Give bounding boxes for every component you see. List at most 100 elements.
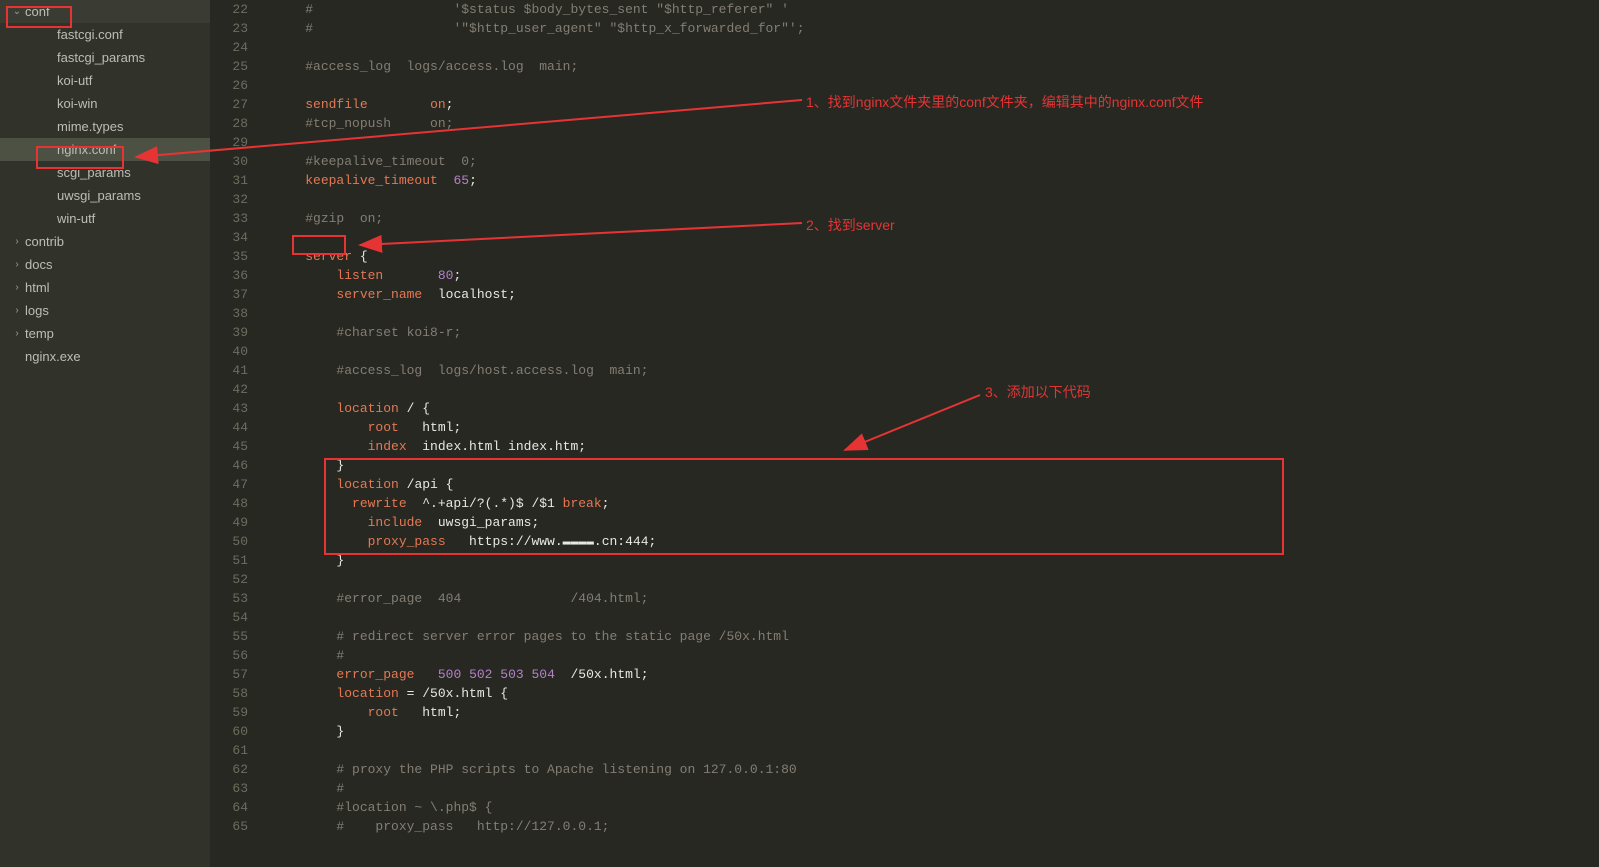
code-area[interactable]: # '$status $body_bytes_sent "$http_refer… bbox=[264, 0, 1599, 867]
tree-item-nginx-exe[interactable]: nginx.exe bbox=[0, 345, 210, 368]
token: #gzip on; bbox=[305, 211, 383, 226]
tree-item-label: html bbox=[25, 280, 50, 295]
code-line[interactable]: location /api { bbox=[264, 475, 1599, 494]
line-gutter: 2223242526272829303132333435363738394041… bbox=[210, 0, 264, 867]
tree-item-label: contrib bbox=[25, 234, 64, 249]
token: # proxy the PHP scripts to Apache listen… bbox=[336, 762, 796, 777]
token: keepalive_timeout bbox=[305, 173, 438, 188]
tree-item-win-utf[interactable]: win-utf bbox=[0, 207, 210, 230]
code-line[interactable]: # bbox=[264, 646, 1599, 665]
code-line[interactable] bbox=[264, 608, 1599, 627]
token: html; bbox=[399, 705, 461, 720]
code-line[interactable]: include uwsgi_params; bbox=[264, 513, 1599, 532]
line-number: 61 bbox=[210, 741, 248, 760]
token: root bbox=[368, 705, 399, 720]
code-line[interactable]: # redirect server error pages to the sta… bbox=[264, 627, 1599, 646]
tree-item-koi-win[interactable]: koi-win bbox=[0, 92, 210, 115]
code-line[interactable]: root html; bbox=[264, 703, 1599, 722]
code-line[interactable]: location = /50x.html { bbox=[264, 684, 1599, 703]
token: /api { bbox=[399, 477, 454, 492]
tree-item-koi-utf[interactable]: koi-utf bbox=[0, 69, 210, 92]
code-line[interactable]: rewrite ^.+api/?(.*)$ /$1 break; bbox=[264, 494, 1599, 513]
code-line[interactable] bbox=[264, 133, 1599, 152]
code-line[interactable]: # bbox=[264, 779, 1599, 798]
code-line[interactable]: #tcp_nopush on; bbox=[264, 114, 1599, 133]
code-line[interactable]: keepalive_timeout 65; bbox=[264, 171, 1599, 190]
token: sendfile bbox=[305, 97, 367, 112]
code-line[interactable]: root html; bbox=[264, 418, 1599, 437]
tree-item-html[interactable]: ›html bbox=[0, 276, 210, 299]
code-line[interactable]: #keepalive_timeout 0; bbox=[264, 152, 1599, 171]
tree-item-contrib[interactable]: ›contrib bbox=[0, 230, 210, 253]
token: # bbox=[336, 781, 344, 796]
code-line[interactable]: proxy_pass https://www.▬▬▬▬.cn:444; bbox=[264, 532, 1599, 551]
code-line[interactable] bbox=[264, 342, 1599, 361]
line-number: 55 bbox=[210, 627, 248, 646]
code-line[interactable]: error_page 500 502 503 504 /50x.html; bbox=[264, 665, 1599, 684]
token bbox=[461, 667, 469, 682]
code-line[interactable] bbox=[264, 190, 1599, 209]
code-line[interactable]: # '"$http_user_agent" "$http_x_forwarded… bbox=[264, 19, 1599, 38]
tree-item-mime-types[interactable]: mime.types bbox=[0, 115, 210, 138]
token: { bbox=[352, 249, 368, 264]
code-line[interactable]: #access_log logs/host.access.log main; bbox=[264, 361, 1599, 380]
code-line[interactable] bbox=[264, 380, 1599, 399]
token: / { bbox=[399, 401, 430, 416]
code-line[interactable]: #gzip on; bbox=[264, 209, 1599, 228]
code-line[interactable]: #location ~ \.php$ { bbox=[264, 798, 1599, 817]
code-line[interactable]: } bbox=[264, 722, 1599, 741]
token: } bbox=[336, 553, 344, 568]
token: .cn:444; bbox=[594, 534, 656, 549]
tree-item-temp[interactable]: ›temp bbox=[0, 322, 210, 345]
token: #tcp_nopush on; bbox=[305, 116, 453, 131]
line-number: 64 bbox=[210, 798, 248, 817]
tree-item-label: docs bbox=[25, 257, 52, 272]
code-line[interactable]: #error_page 404 /404.html; bbox=[264, 589, 1599, 608]
tree-item-docs[interactable]: ›docs bbox=[0, 253, 210, 276]
code-line[interactable]: #charset koi8-r; bbox=[264, 323, 1599, 342]
code-line[interactable]: # proxy_pass http://127.0.0.1; bbox=[264, 817, 1599, 836]
code-line[interactable]: } bbox=[264, 551, 1599, 570]
code-line[interactable]: index index.html index.htm; bbox=[264, 437, 1599, 456]
line-number: 29 bbox=[210, 133, 248, 152]
code-line[interactable]: # '$status $body_bytes_sent "$http_refer… bbox=[264, 0, 1599, 19]
tree-item-uwsgi_params[interactable]: uwsgi_params bbox=[0, 184, 210, 207]
code-line[interactable] bbox=[264, 76, 1599, 95]
code-line[interactable] bbox=[264, 304, 1599, 323]
token: ^.+api/?(.*)$ /$1 bbox=[407, 496, 563, 511]
code-line[interactable] bbox=[264, 228, 1599, 247]
token: #keepalive_timeout 0; bbox=[305, 154, 477, 169]
code-editor[interactable]: 2223242526272829303132333435363738394041… bbox=[210, 0, 1599, 867]
tree-item-logs[interactable]: ›logs bbox=[0, 299, 210, 322]
code-line[interactable]: } bbox=[264, 456, 1599, 475]
file-tree[interactable]: ⌄conffastcgi.conffastcgi_paramskoi-utfko… bbox=[0, 0, 210, 867]
tree-item-label: uwsgi_params bbox=[57, 188, 141, 203]
code-line[interactable] bbox=[264, 741, 1599, 760]
code-line[interactable]: location / { bbox=[264, 399, 1599, 418]
token: index bbox=[368, 439, 407, 454]
code-line[interactable] bbox=[264, 570, 1599, 589]
tree-item-conf[interactable]: ⌄conf bbox=[0, 0, 210, 23]
code-line[interactable]: server_name localhost; bbox=[264, 285, 1599, 304]
chevron-down-icon: ⌄ bbox=[12, 6, 22, 17]
line-number: 65 bbox=[210, 817, 248, 836]
code-line[interactable]: #access_log logs/access.log main; bbox=[264, 57, 1599, 76]
code-line[interactable]: server { bbox=[264, 247, 1599, 266]
code-line[interactable]: # proxy the PHP scripts to Apache listen… bbox=[264, 760, 1599, 779]
token: location bbox=[336, 401, 398, 416]
tree-item-label: logs bbox=[25, 303, 49, 318]
code-line[interactable]: sendfile on; bbox=[264, 95, 1599, 114]
code-line[interactable] bbox=[264, 38, 1599, 57]
tree-item-fastcgi_params[interactable]: fastcgi_params bbox=[0, 46, 210, 69]
tree-item-nginx-conf[interactable]: nginx.conf bbox=[0, 138, 210, 161]
line-number: 37 bbox=[210, 285, 248, 304]
line-number: 59 bbox=[210, 703, 248, 722]
tree-item-fastcgi-conf[interactable]: fastcgi.conf bbox=[0, 23, 210, 46]
tree-item-label: conf bbox=[25, 4, 50, 19]
line-number: 53 bbox=[210, 589, 248, 608]
tree-item-scgi_params[interactable]: scgi_params bbox=[0, 161, 210, 184]
token: # bbox=[336, 648, 344, 663]
line-number: 23 bbox=[210, 19, 248, 38]
token: root bbox=[368, 420, 399, 435]
code-line[interactable]: listen 80; bbox=[264, 266, 1599, 285]
